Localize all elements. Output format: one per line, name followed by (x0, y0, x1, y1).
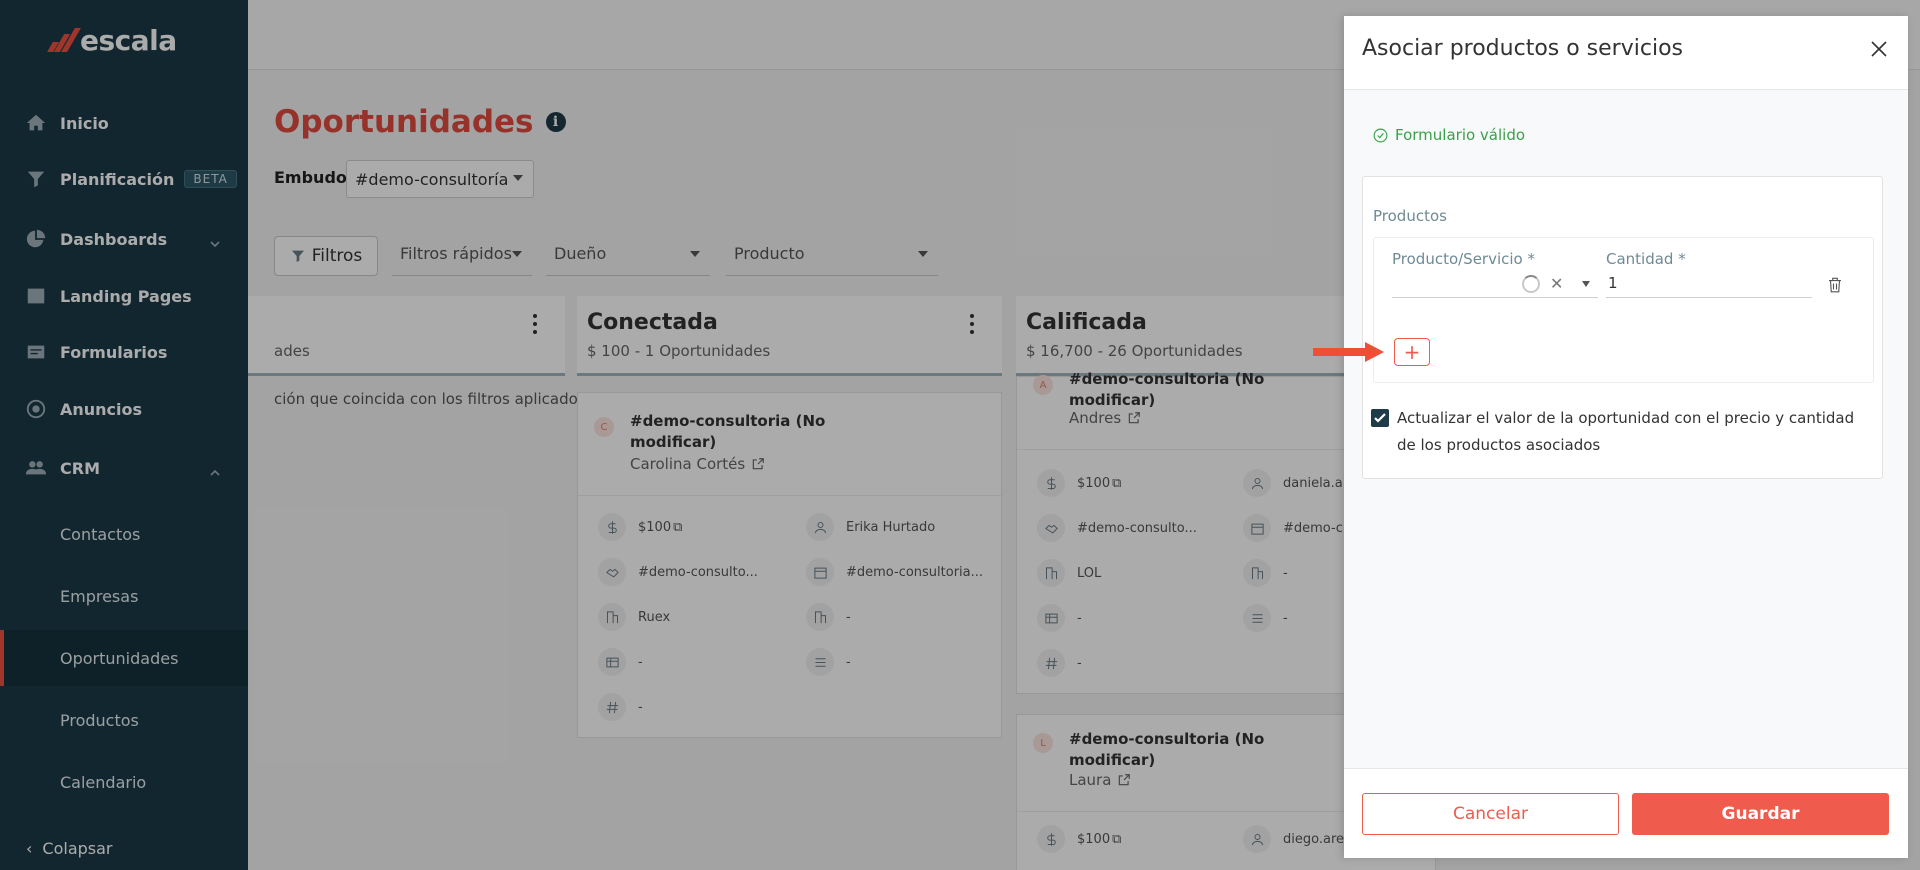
cancel-button[interactable]: Cancelar (1362, 793, 1619, 835)
loading-spinner-icon (1522, 275, 1540, 293)
products-label: Productos (1373, 207, 1447, 225)
panel-body: Formulario válido Productos Producto/Ser… (1313, 90, 1908, 768)
add-product-button[interactable]: + (1394, 338, 1430, 366)
update-value-checkbox-label[interactable]: Actualizar el valor de la oportunidad co… (1397, 405, 1857, 459)
caret-down-icon[interactable] (1582, 281, 1590, 287)
product-service-select[interactable]: ✕ (1392, 272, 1598, 298)
product-row: Producto/Servicio * ✕ Cantidad * 1 + (1313, 237, 1874, 383)
quantity-label: Cantidad * (1606, 250, 1686, 268)
products-section: Productos Producto/Servicio * ✕ Cantidad… (1313, 176, 1883, 479)
product-field-label: Producto/Servicio * (1392, 250, 1536, 268)
panel-footer: Cancelar Guardar (1344, 768, 1908, 858)
trash-icon[interactable] (1826, 276, 1846, 296)
panel-header: Asociar productos o servicios (1344, 16, 1908, 90)
form-valid-message: Formulario válido (1372, 126, 1525, 144)
update-value-checkbox[interactable] (1371, 409, 1389, 427)
checkmark-icon (1374, 413, 1386, 423)
check-circle-icon (1373, 128, 1388, 142)
form-valid-text: Formulario válido (1395, 126, 1526, 144)
panel-title: Asociar productos o servicios (1362, 36, 1683, 61)
associate-products-panel: Asociar productos o servicios Formulario… (1313, 16, 1908, 858)
close-icon[interactable] (1868, 38, 1890, 60)
quantity-input[interactable]: 1 (1606, 272, 1812, 298)
clear-icon[interactable]: ✕ (1550, 274, 1563, 293)
save-button[interactable]: Guardar (1632, 793, 1889, 835)
red-arrow-pointer-icon (1313, 342, 1384, 362)
